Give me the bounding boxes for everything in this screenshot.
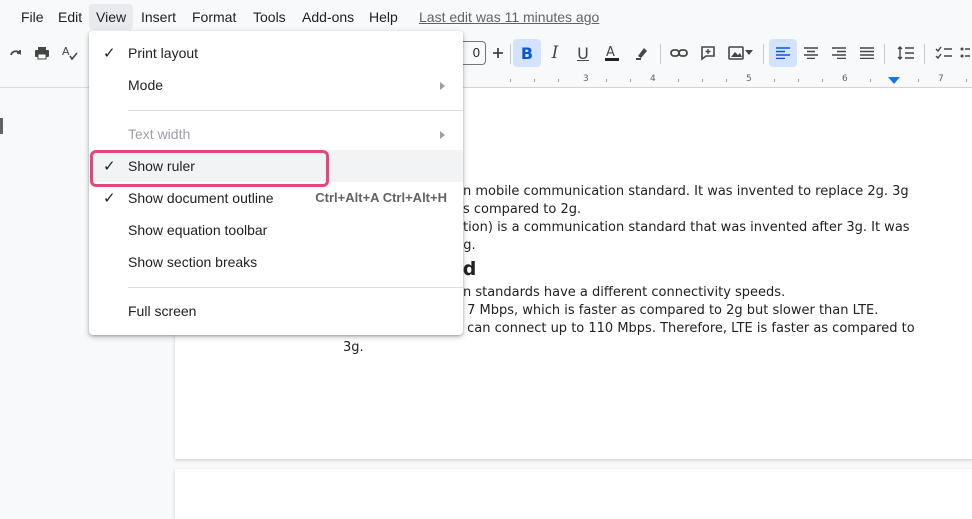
- menu-item-shortcut: Ctrl+Alt+A Ctrl+Alt+H: [315, 190, 447, 205]
- ruler-tick-label: 4: [650, 74, 656, 84]
- chevron-down-icon[interactable]: [740, 39, 758, 67]
- menu-item-label: Mode: [128, 77, 164, 93]
- line-spacing-icon[interactable]: [892, 39, 920, 67]
- doc-line: as compared to 2g.: [455, 202, 582, 217]
- ruler-minor-tick: [678, 79, 679, 82]
- comment-icon[interactable]: [694, 39, 722, 67]
- check-icon: ✓: [103, 189, 116, 207]
- checklist-icon[interactable]: [930, 39, 958, 67]
- doc-line: o 7 Mbps, which is faster as compared to…: [455, 303, 879, 318]
- menu-item-label: Print layout: [128, 45, 199, 61]
- last-edit-link[interactable]: Last edit was 11 minutes ago: [419, 4, 599, 30]
- ruler-tick-label: 7: [938, 74, 944, 84]
- underline-icon[interactable]: U: [569, 39, 597, 67]
- document-page-2[interactable]: [175, 469, 972, 519]
- menu-item-show-section-breaks[interactable]: Show section breaks: [89, 246, 463, 278]
- doc-line: ation) is a communication standard that …: [455, 220, 910, 235]
- ruler-minor-tick: [966, 79, 967, 82]
- link-icon[interactable]: [665, 39, 693, 67]
- menu-help[interactable]: Help: [362, 4, 405, 30]
- menu-item-label: Show equation toolbar: [128, 222, 268, 238]
- menu-insert[interactable]: Insert: [134, 4, 183, 30]
- ruler-minor-tick: [726, 79, 727, 82]
- print-icon[interactable]: [28, 39, 56, 67]
- menu-separator: [128, 287, 463, 288]
- ruler-minor-tick: [918, 79, 919, 82]
- bulleted-list-icon[interactable]: [958, 39, 972, 67]
- toolbar-separator: [884, 44, 885, 64]
- check-icon: ✓: [103, 44, 116, 62]
- menu-edit[interactable]: Edit: [51, 4, 89, 30]
- ruler-minor-tick: [798, 79, 799, 82]
- menu-file[interactable]: File: [14, 4, 51, 30]
- svg-text:A: A: [606, 45, 615, 60]
- menu-item-label: Show section breaks: [128, 254, 258, 270]
- submenu-arrow-icon: [440, 131, 445, 139]
- italic-icon[interactable]: I: [541, 39, 569, 67]
- align-right-icon[interactable]: [825, 39, 853, 67]
- toolbar-separator: [924, 44, 925, 64]
- ruler-minor-tick: [534, 79, 535, 82]
- increase-font-size-icon[interactable]: [484, 39, 512, 67]
- menu-format[interactable]: Format: [185, 4, 243, 30]
- toolbar-separator: [660, 44, 661, 64]
- ruler-minor-tick: [606, 79, 607, 82]
- highlight-icon[interactable]: [628, 39, 656, 67]
- ruler-minor-tick: [702, 79, 703, 82]
- doc-line: e can connect up to 110 Mbps. Therefore,…: [455, 321, 915, 336]
- ruler-tick-label: 6: [842, 74, 848, 84]
- doc-line: 3g.: [343, 340, 364, 355]
- menu-item-label: Full screen: [128, 303, 197, 319]
- font-size-field[interactable]: 0: [462, 41, 486, 65]
- menu-view[interactable]: View: [89, 4, 134, 30]
- menu-item-mode[interactable]: Mode: [89, 69, 463, 101]
- menu-item-label: Text width: [128, 126, 191, 142]
- menu-item-text-width[interactable]: Text width: [89, 118, 463, 150]
- menu-bar: File Edit View Insert Format Tools Add-o…: [0, 0, 972, 34]
- highlight-annotation: [90, 150, 329, 187]
- text-color-icon[interactable]: A: [598, 39, 626, 67]
- toolbar-separator: [510, 44, 511, 64]
- outline-toggle[interactable]: [0, 118, 3, 134]
- doc-line: on mobile communication standard. It was…: [455, 184, 909, 199]
- ruler-minor-tick: [822, 79, 823, 82]
- menu-item-print-layout[interactable]: ✓ Print layout: [89, 37, 463, 69]
- bold-icon[interactable]: B: [513, 39, 541, 67]
- menu-item-full-screen[interactable]: Full screen: [89, 295, 463, 327]
- svg-text:A: A: [62, 45, 70, 58]
- ruler-tick-label: 5: [746, 74, 752, 84]
- ruler-minor-tick: [558, 79, 559, 82]
- redo-icon[interactable]: [2, 39, 30, 67]
- justify-icon[interactable]: [853, 39, 881, 67]
- menu-separator: [128, 110, 463, 111]
- submenu-arrow-icon: [440, 82, 445, 90]
- align-left-icon[interactable]: [769, 39, 797, 67]
- ruler-minor-tick: [630, 79, 631, 82]
- right-indent-marker[interactable]: [888, 77, 900, 84]
- menu-tools[interactable]: Tools: [246, 4, 293, 30]
- spellcheck-icon[interactable]: A: [56, 39, 84, 67]
- ruler-minor-tick: [870, 79, 871, 82]
- toolbar-separator: [763, 44, 764, 64]
- ruler-minor-tick: [510, 79, 511, 82]
- align-center-icon[interactable]: [797, 39, 825, 67]
- ruler-minor-tick: [774, 79, 775, 82]
- menu-addons[interactable]: Add-ons: [295, 4, 361, 30]
- menu-item-show-equation-toolbar[interactable]: Show equation toolbar: [89, 214, 463, 246]
- doc-line: on standards have a different connectivi…: [455, 285, 786, 300]
- ruler-tick-label: 3: [583, 74, 589, 84]
